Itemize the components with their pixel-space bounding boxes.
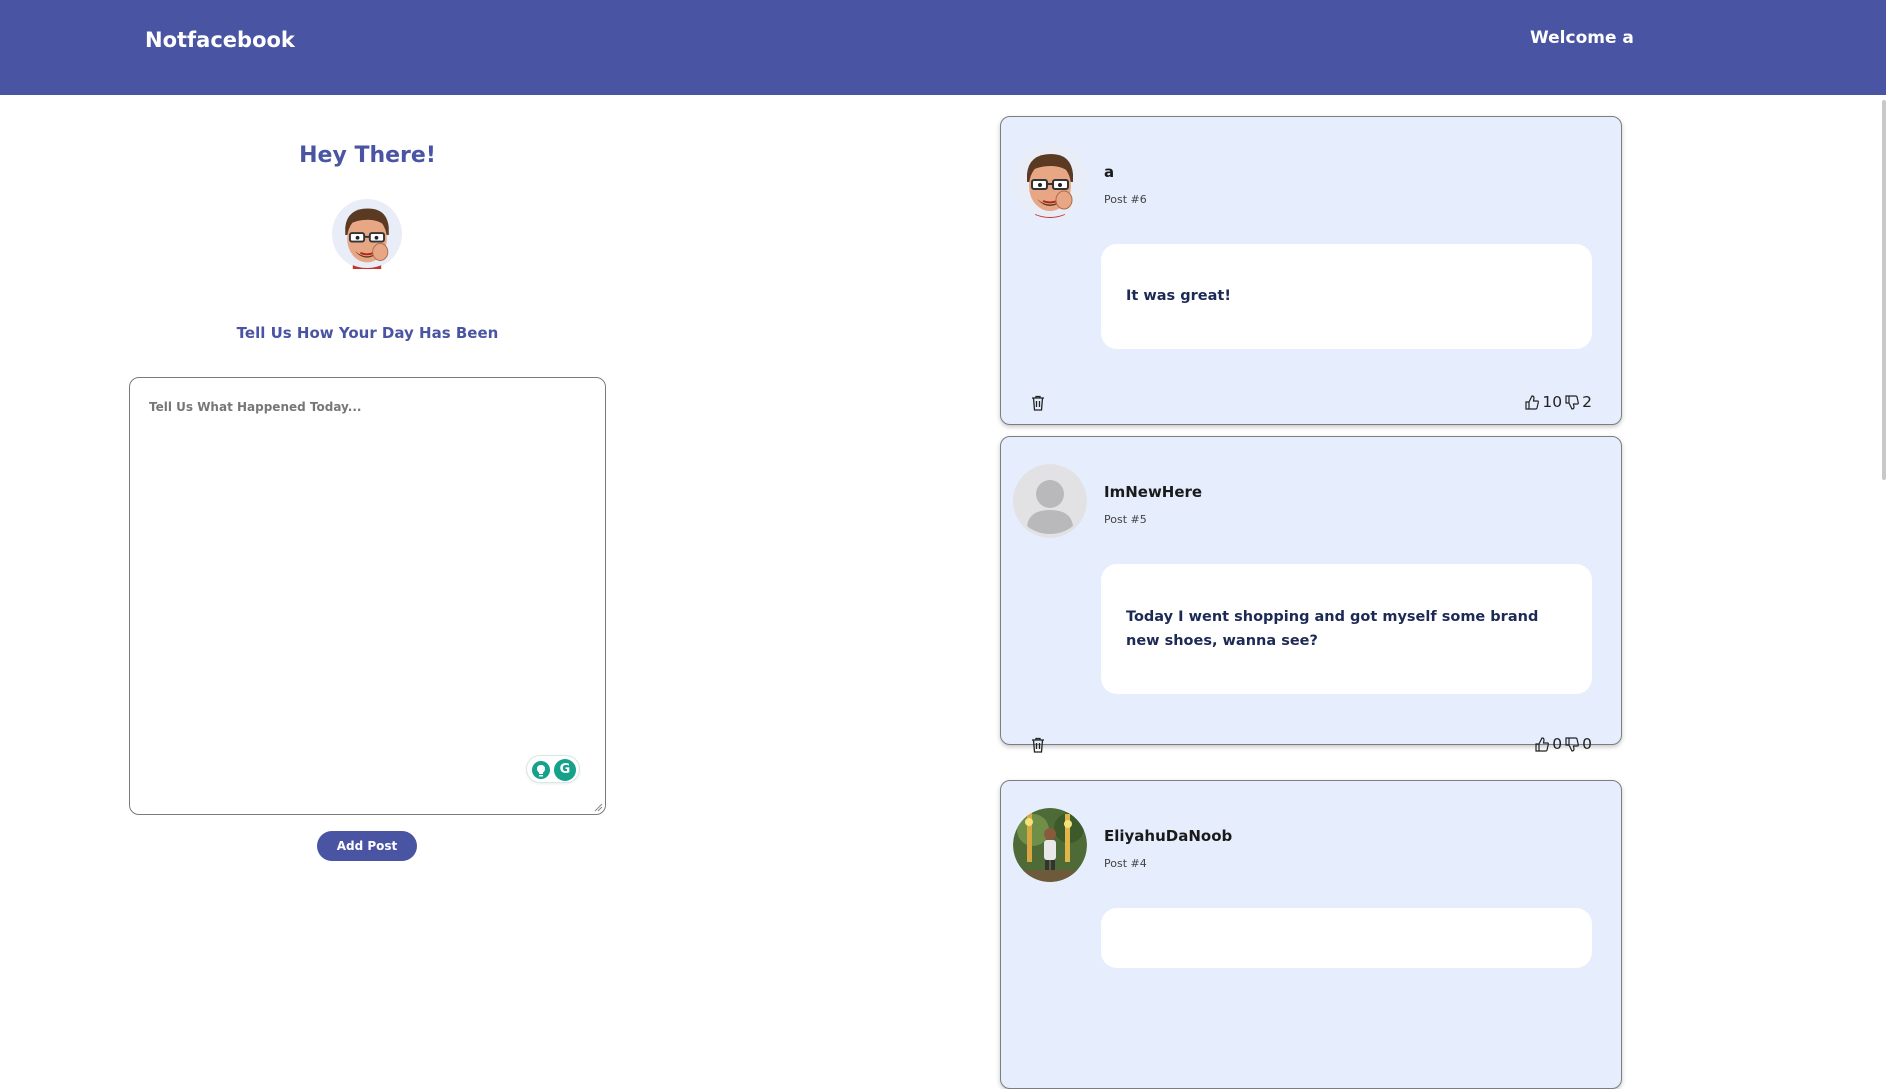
reaction-bar: 10 2 [1525,393,1592,411]
thumbs-up-icon[interactable] [1535,736,1550,752]
post-card: a Post #6 It was great! 10 2 [1000,116,1622,425]
thumbs-down-icon[interactable] [1565,394,1580,410]
post-username[interactable]: ImNewHere [1104,483,1202,501]
thumbs-down-icon[interactable] [1565,736,1580,752]
scrollbar-thumb[interactable] [1882,100,1886,480]
dislike-count: 0 [1582,735,1592,753]
reaction-bar: 0 0 [1535,735,1592,753]
like-count: 10 [1542,393,1563,411]
post-card: EliyahuDaNoob Post #4 [1000,780,1622,1089]
trash-icon[interactable] [1031,395,1045,411]
user-avatar[interactable] [1013,144,1087,218]
dislike-count: 2 [1582,393,1592,411]
post-feed: a Post #6 It was great! 10 2 ImNewHere P… [0,0,1886,1089]
thumbs-up-icon[interactable] [1525,394,1540,410]
user-avatar[interactable] [1013,464,1087,538]
post-text-bubble [1101,908,1592,968]
post-number: Post #4 [1104,857,1147,870]
post-text-bubble: It was great! [1101,244,1592,349]
post-card: ImNewHere Post #5 Today I went shopping … [1000,436,1622,753]
trash-icon[interactable] [1031,737,1045,753]
post-username[interactable]: a [1104,163,1114,181]
post-text-bubble: Today I went shopping and got myself som… [1101,564,1592,694]
like-count: 0 [1552,735,1563,753]
user-avatar[interactable] [1013,808,1087,882]
post-number: Post #6 [1104,193,1147,206]
post-number: Post #5 [1104,513,1147,526]
post-text: It was great! [1126,288,1231,304]
post-text: Today I went shopping and got myself som… [1126,609,1539,649]
post-username[interactable]: EliyahuDaNoob [1104,827,1232,845]
